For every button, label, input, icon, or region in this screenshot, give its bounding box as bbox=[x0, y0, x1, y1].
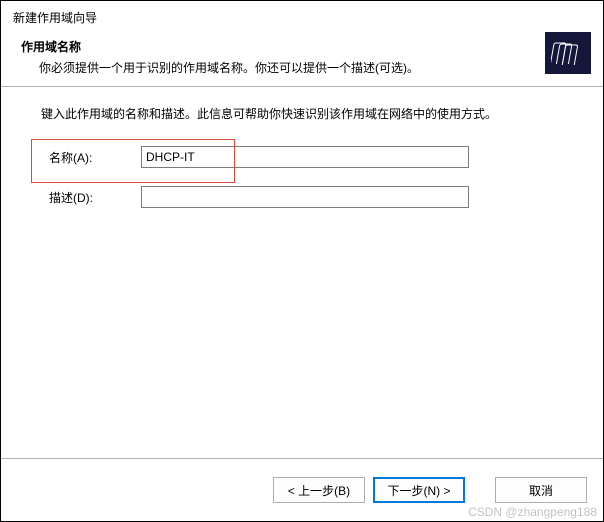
header-heading: 作用域名称 bbox=[21, 38, 591, 55]
name-field-row: 名称(A): bbox=[41, 146, 577, 168]
name-label: 名称(A): bbox=[41, 149, 141, 166]
name-input[interactable] bbox=[141, 146, 469, 168]
next-button[interactable]: 下一步(N) > bbox=[373, 477, 465, 503]
button-row: < 上一步(B) 下一步(N) > 取消 bbox=[273, 477, 587, 503]
body-area: 键入此作用域的名称和描述。此信息可帮助你快速识别该作用域在网络中的使用方式。 名… bbox=[1, 87, 603, 447]
back-button[interactable]: < 上一步(B) bbox=[273, 477, 365, 503]
scope-docs-icon bbox=[545, 32, 591, 74]
footer-separator bbox=[1, 458, 603, 459]
watermark-text: CSDN @zhangpeng188 bbox=[468, 505, 597, 519]
instruction-text: 键入此作用域的名称和描述。此信息可帮助你快速识别该作用域在网络中的使用方式。 bbox=[41, 105, 577, 122]
description-label: 描述(D): bbox=[41, 189, 141, 206]
description-field-row: 描述(D): bbox=[41, 186, 577, 208]
header-band: 作用域名称 你必须提供一个用于识别的作用域名称。你还可以提供一个描述(可选)。 bbox=[1, 26, 603, 86]
window-title: 新建作用域向导 bbox=[13, 11, 97, 25]
cancel-button[interactable]: 取消 bbox=[495, 477, 587, 503]
description-input[interactable] bbox=[141, 186, 469, 208]
header-subtext: 你必须提供一个用于识别的作用域名称。你还可以提供一个描述(可选)。 bbox=[39, 59, 591, 76]
wizard-window: 新建作用域向导 作用域名称 你必须提供一个用于识别的作用域名称。你还可以提供一个… bbox=[0, 0, 604, 522]
title-bar: 新建作用域向导 bbox=[1, 1, 603, 26]
